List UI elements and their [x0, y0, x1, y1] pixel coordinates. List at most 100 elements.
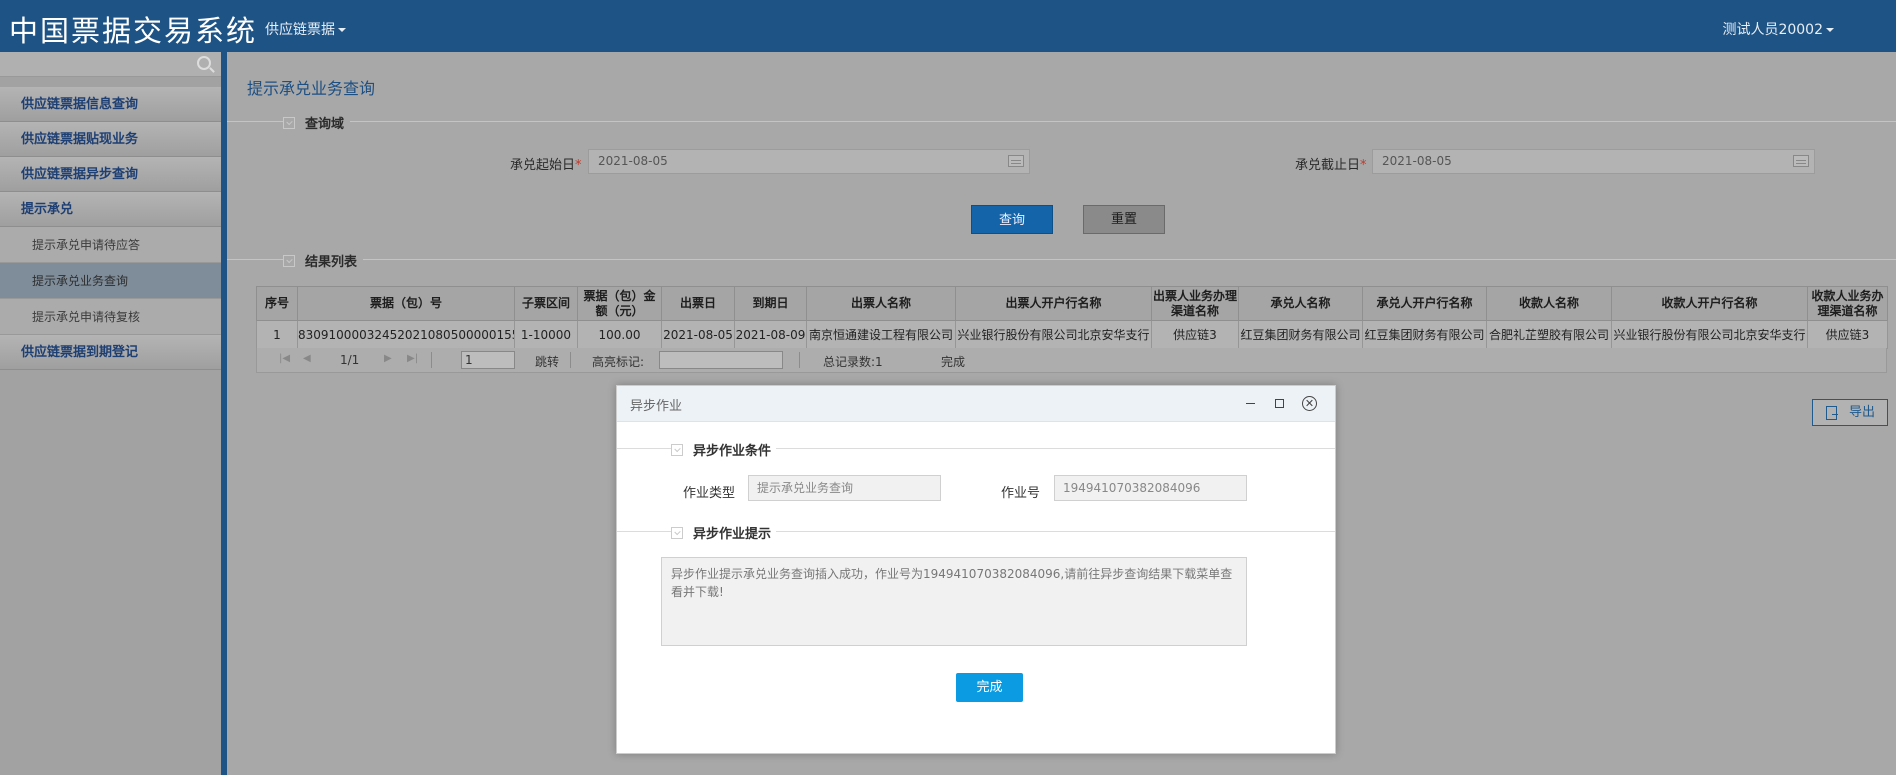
- start-date-input[interactable]: 2021-08-05: [588, 149, 1030, 174]
- cell-payee-bank: 兴业银行股份有限公司北京安华支行: [1611, 320, 1808, 349]
- dialog-header[interactable]: 异步作业 ✕: [617, 386, 1335, 422]
- load-status: 完成: [941, 355, 966, 369]
- col-drawer[interactable]: 出票人名称: [806, 286, 956, 321]
- total-records: 总记录数:1: [823, 355, 883, 369]
- cell-bill-no: 830910000324520210805000001557: [297, 320, 515, 349]
- col-seq[interactable]: 序号: [256, 286, 298, 321]
- end-date-label: 承兑截止日*: [1295, 154, 1367, 173]
- supply-chain-menu-label: 供应链票据: [265, 22, 335, 38]
- sidebar-group-bill-info[interactable]: 供应链票据信息查询: [0, 87, 221, 122]
- end-date-input[interactable]: 2021-08-05: [1372, 149, 1815, 174]
- cell-drawer: 南京恒通建设工程有限公司: [806, 320, 956, 349]
- search-icon[interactable]: [197, 56, 211, 70]
- cell-sub-range: 1-10000: [514, 320, 578, 349]
- export-button-label: 导出: [1849, 405, 1876, 420]
- highlight-input[interactable]: [659, 351, 783, 369]
- job-condition-section-header[interactable]: 异步作业条件: [671, 440, 777, 459]
- cell-due-date: 2021-08-09: [734, 320, 807, 349]
- async-job-dialog: 异步作业 ✕ 异步作业条件 作业类型 提示承兑业务查询 作业号 19494107…: [616, 385, 1336, 754]
- minimize-icon[interactable]: [1246, 403, 1255, 404]
- maximize-icon[interactable]: [1275, 399, 1284, 408]
- collapse-checkbox-icon[interactable]: [671, 527, 683, 539]
- divider: [227, 121, 1896, 122]
- job-tip-title: 异步作业提示: [693, 527, 772, 542]
- col-amount[interactable]: 票据（包）金额（元）: [577, 286, 662, 321]
- divider: [431, 352, 432, 368]
- cell-payee-channel: 供应链3: [1807, 320, 1888, 349]
- col-drawer-channel[interactable]: 出票人业务办理渠道名称: [1151, 286, 1239, 321]
- query-section-header[interactable]: 查询域: [283, 113, 351, 132]
- start-date-value: 2021-08-05: [598, 154, 668, 168]
- prev-page-icon[interactable]: ◀: [303, 353, 311, 364]
- chevron-down-icon: [338, 28, 346, 32]
- job-type-field[interactable]: 提示承兑业务查询: [748, 475, 941, 501]
- col-due-date[interactable]: 到期日: [734, 286, 807, 321]
- calendar-icon[interactable]: [1008, 155, 1024, 167]
- cell-acceptor: 红豆集团财务有限公司: [1238, 320, 1363, 349]
- supply-chain-menu[interactable]: 供应链票据: [265, 19, 346, 39]
- job-message-textarea[interactable]: 异步作业提示承兑业务查询插入成功，作业号为194941070382084096,…: [661, 557, 1247, 646]
- required-mark: *: [1360, 158, 1367, 173]
- end-date-label-text: 承兑截止日: [1295, 158, 1361, 173]
- page-title: 提示承兑业务查询: [247, 79, 376, 98]
- top-bar: 中国票据交易系统 供应链票据 测试人员20002: [0, 0, 1896, 52]
- job-condition-title: 异步作业条件: [693, 444, 772, 459]
- table-header-row: 序号 票据（包）号 子票区间 票据（包）金额（元） 出票日 到期日 出票人名称 …: [256, 286, 1888, 321]
- col-sub-range[interactable]: 子票区间: [514, 286, 578, 321]
- job-type-label: 作业类型: [683, 486, 736, 501]
- user-menu[interactable]: 测试人员20002: [1722, 19, 1834, 39]
- export-button[interactable]: 导出: [1812, 399, 1888, 426]
- app-title: 中国票据交易系统: [9, 14, 258, 48]
- calendar-icon[interactable]: [1793, 155, 1809, 167]
- page-number-input[interactable]: 1: [461, 351, 515, 369]
- col-payee-bank[interactable]: 收款人开户行名称: [1611, 286, 1808, 321]
- end-date-value: 2021-08-05: [1382, 154, 1452, 168]
- result-section-header[interactable]: 结果列表: [283, 251, 364, 270]
- job-tip-section-header[interactable]: 异步作业提示: [671, 523, 777, 542]
- col-issue-date[interactable]: 出票日: [661, 286, 735, 321]
- pager: |◀ ◀ 1/1 ▶ ▶| 1 跳转 高亮标记: 总记录数:1 完成: [256, 348, 1887, 373]
- result-section-title: 结果列表: [305, 255, 358, 270]
- col-acceptor[interactable]: 承兑人名称: [1238, 286, 1363, 321]
- table-row[interactable]: 1 830910000324520210805000001557 1-10000…: [256, 320, 1888, 349]
- next-page-icon[interactable]: ▶: [384, 353, 392, 364]
- col-bill-no[interactable]: 票据（包）号: [297, 286, 515, 321]
- reset-button[interactable]: 重置: [1083, 205, 1165, 234]
- export-icon: [1826, 406, 1838, 420]
- result-table: 序号 票据（包）号 子票区间 票据（包）金额（元） 出票日 到期日 出票人名称 …: [256, 286, 1888, 349]
- cell-drawer-bank: 兴业银行股份有限公司北京安华支行: [955, 320, 1152, 349]
- collapse-checkbox-icon[interactable]: [671, 444, 683, 456]
- job-number-field[interactable]: 194941070382084096: [1054, 475, 1247, 501]
- cell-payee: 合肥礼芷塑胶有限公司: [1486, 320, 1612, 349]
- query-button[interactable]: 查询: [971, 205, 1053, 234]
- first-page-icon[interactable]: |◀: [279, 353, 290, 364]
- jump-button[interactable]: 跳转: [535, 353, 559, 370]
- col-payee[interactable]: 收款人名称: [1486, 286, 1612, 321]
- job-number-label: 作业号: [1001, 486, 1041, 501]
- highlight-label: 高亮标记:: [592, 355, 645, 369]
- chevron-down-icon: [1826, 28, 1834, 32]
- sidebar-group-maturity[interactable]: 供应链票据到期登记: [0, 335, 221, 370]
- sidebar-group-discount[interactable]: 供应链票据贴现业务: [0, 122, 221, 157]
- done-button[interactable]: 完成: [956, 673, 1023, 702]
- collapse-checkbox-icon[interactable]: [283, 117, 295, 129]
- sidebar-item-pending-review[interactable]: 提示承兑申请待复核: [0, 299, 221, 335]
- user-name: 测试人员20002: [1722, 22, 1823, 38]
- collapse-checkbox-icon[interactable]: [283, 255, 295, 267]
- col-payee-channel[interactable]: 收款人业务办理渠道名称: [1807, 286, 1888, 321]
- col-acceptor-bank[interactable]: 承兑人开户行名称: [1362, 286, 1487, 321]
- cell-seq: 1: [256, 320, 298, 349]
- sidebar-group-acceptance[interactable]: 提示承兑: [0, 192, 221, 227]
- sidebar-search[interactable]: [0, 52, 221, 77]
- last-page-icon[interactable]: ▶|: [407, 353, 418, 364]
- col-drawer-bank[interactable]: 出票人开户行名称: [955, 286, 1152, 321]
- sidebar-item-pending-reply[interactable]: 提示承兑申请待应答: [0, 227, 221, 263]
- sidebar-group-async-query[interactable]: 供应链票据异步查询: [0, 157, 221, 192]
- page-indicator: 1/1: [340, 353, 360, 367]
- required-mark: *: [575, 158, 582, 173]
- divider: [570, 352, 571, 368]
- close-icon[interactable]: ✕: [1302, 396, 1317, 411]
- cell-acceptor-bank: 红豆集团财务有限公司: [1362, 320, 1487, 349]
- dialog-title: 异步作业: [630, 399, 683, 414]
- sidebar-item-acceptance-query[interactable]: 提示承兑业务查询: [0, 263, 221, 299]
